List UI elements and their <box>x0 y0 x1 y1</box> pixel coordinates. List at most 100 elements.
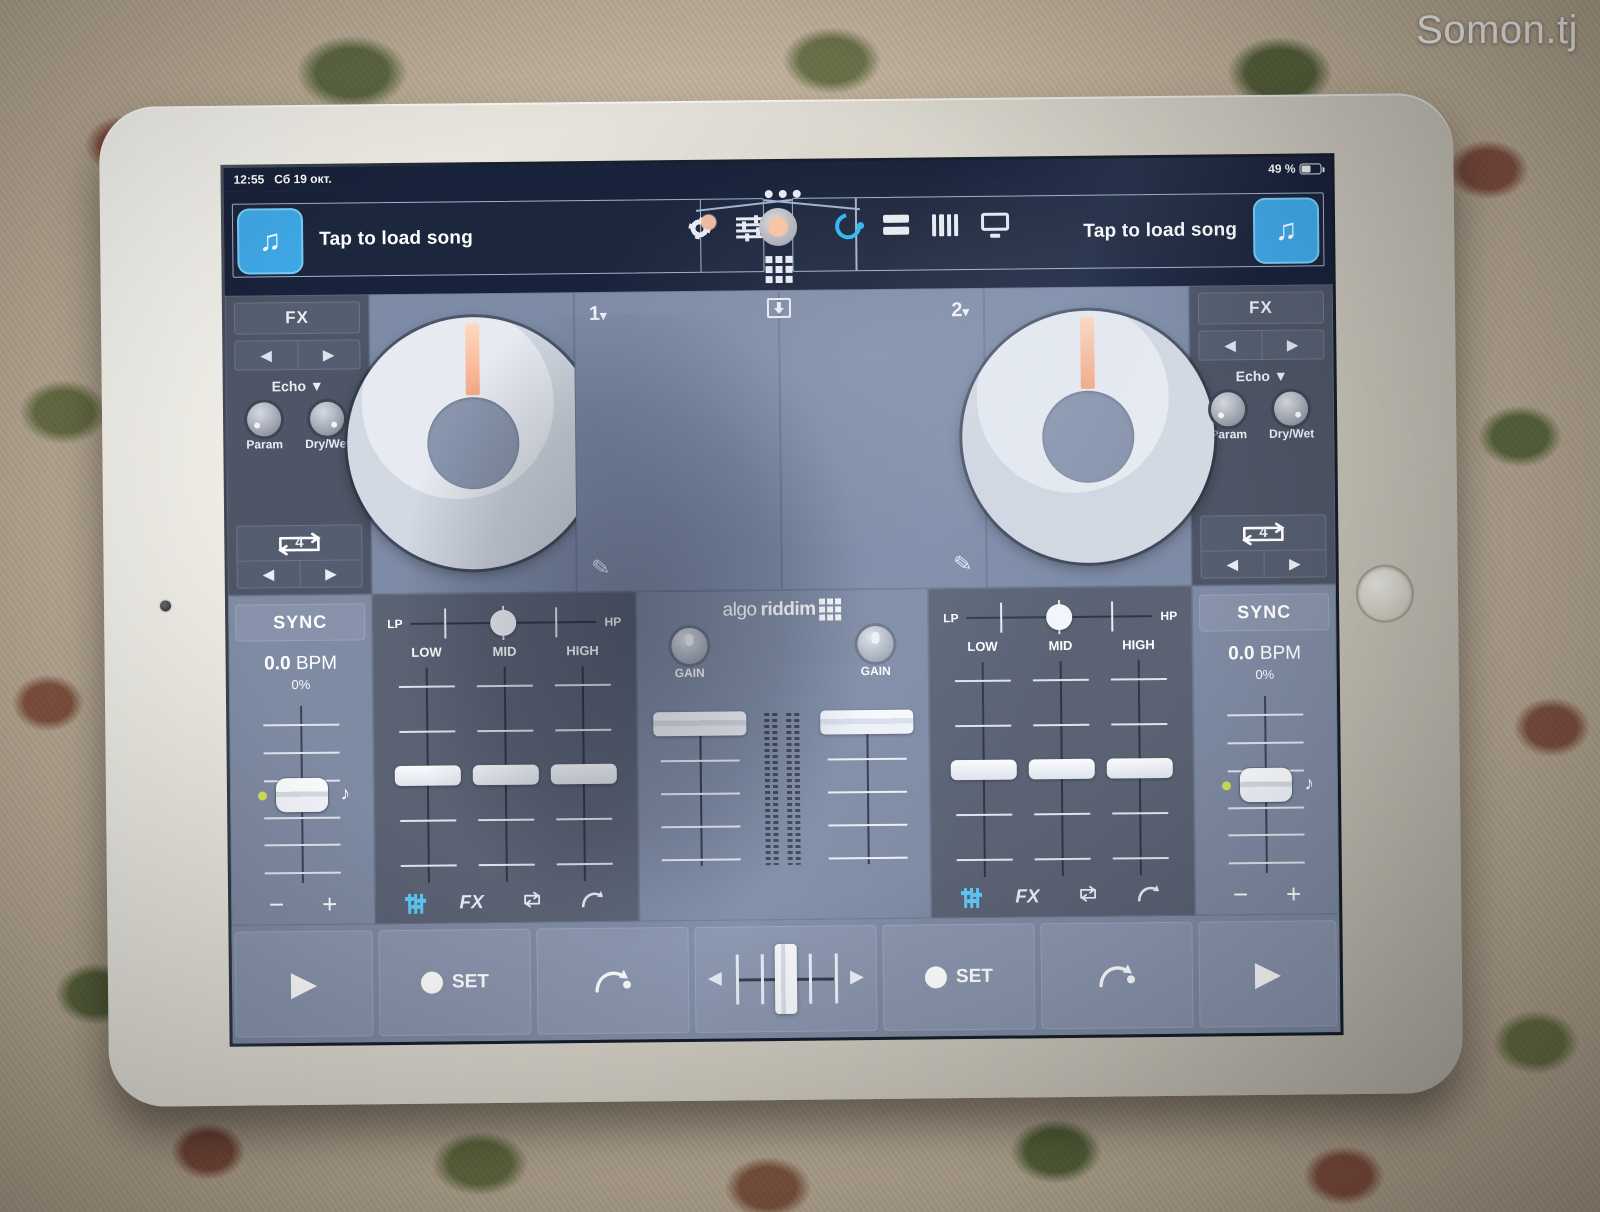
loop-icon[interactable] <box>520 890 544 916</box>
sync-button-left[interactable]: SYNC <box>235 603 366 642</box>
load-song-button-right[interactable]: ♫ <box>1254 199 1318 263</box>
cue-icon[interactable] <box>1136 883 1162 909</box>
crossfader[interactable]: ◀ ▶ <box>694 925 878 1033</box>
eq-tick <box>556 817 613 821</box>
loop-icon[interactable] <box>1076 884 1100 910</box>
crossfader-left-arrow[interactable]: ◀ <box>708 968 722 989</box>
channel-fader-cap-left[interactable] <box>652 711 747 737</box>
edit-pencil-icon-right[interactable]: ✎ <box>952 550 973 578</box>
channel-fader-left[interactable] <box>638 707 763 872</box>
sync-spinner-icon[interactable] <box>830 208 867 245</box>
monitor-icon[interactable] <box>980 212 1010 238</box>
fx-param-knob-left[interactable] <box>247 402 282 437</box>
loop-prev-button-right[interactable]: ◀ <box>1201 550 1265 578</box>
fx-prev-button-left[interactable]: ◀ <box>235 341 299 370</box>
waveform-right[interactable]: 2▾ ✎ <box>778 287 987 590</box>
grid-icon[interactable] <box>765 255 793 284</box>
eq-slider-low-right[interactable] <box>944 657 1024 881</box>
load-song-button-left[interactable]: ♫ <box>238 210 302 273</box>
cue-set-button-left[interactable]: SET <box>378 928 532 1037</box>
channel-fader-right[interactable] <box>805 705 930 870</box>
home-button[interactable] <box>1357 566 1413 621</box>
loop-indicator-right[interactable]: 4 <box>1201 519 1325 550</box>
fx-icon[interactable]: FX <box>1015 886 1040 908</box>
fx-drywet-knob-left[interactable] <box>310 401 345 436</box>
vertical-bars-icon[interactable] <box>931 214 959 237</box>
fx-drywet-knob-wrap-left[interactable]: Dry/Wet <box>305 401 350 451</box>
split-rows-icon[interactable] <box>882 214 910 237</box>
fx-effect-select-left[interactable]: Echo ▼ <box>235 375 361 395</box>
eq-slider-cap-low-right[interactable] <box>950 759 1017 780</box>
pitch-fader-handle-left[interactable] <box>275 777 329 812</box>
loop-next-button-left[interactable]: ▶ <box>300 560 362 587</box>
pitch-minus-button-right[interactable]: − <box>1233 879 1249 910</box>
fx-drywet-knob-wrap-right[interactable]: Dry/Wet <box>1269 391 1314 441</box>
cue-return-button-left[interactable] <box>536 926 690 1035</box>
pitch-fader-left[interactable]: ♪ <box>257 702 350 888</box>
fx-prev-button-right[interactable]: ◀ <box>1199 330 1263 360</box>
cue-return-button-right[interactable] <box>1040 921 1194 1030</box>
pitch-minus-button-left[interactable]: − <box>269 889 285 920</box>
filter-track-left[interactable] <box>410 603 597 643</box>
record-button-icon[interactable] <box>758 207 798 247</box>
eq-slider-high-left[interactable] <box>544 662 624 886</box>
deck-number-left[interactable]: 1▾ <box>589 303 607 326</box>
filter-knob-right[interactable] <box>1046 603 1073 631</box>
eq-slider-cap-high-right[interactable] <box>1106 757 1173 779</box>
eq-slider-cap-high-left[interactable] <box>550 763 617 784</box>
pitch-plus-button-right[interactable]: + <box>1286 879 1302 910</box>
pitch-fader-right[interactable]: ♪ <box>1221 691 1314 877</box>
cue-icon[interactable] <box>580 889 606 915</box>
crossfader-right-arrow[interactable]: ▶ <box>850 966 864 987</box>
eq-faders-icon[interactable] <box>964 887 980 909</box>
gain-control-left[interactable]: GAIN <box>671 627 708 680</box>
waveform-left[interactable]: 1▾ ✎ <box>573 290 782 593</box>
eq-slider-cap-mid-right[interactable] <box>1028 758 1095 779</box>
load-strip-right[interactable]: ♫ Tap to load song <box>791 192 1325 272</box>
three-dots-icon[interactable] <box>764 189 801 199</box>
eq-slider-low-left[interactable] <box>388 663 468 887</box>
loop-next-button-right[interactable]: ▶ <box>1264 550 1326 577</box>
jog-center-right[interactable] <box>1041 390 1135 484</box>
channel-fader-cap-right[interactable] <box>819 709 914 735</box>
jog-wheel-area-left[interactable] <box>345 292 601 595</box>
loop-indicator-left[interactable]: 4 <box>237 529 361 560</box>
fx-icon[interactable]: FX <box>459 892 484 914</box>
filter-track-right[interactable] <box>966 597 1153 637</box>
eq-slider-cap-low-left[interactable] <box>394 764 461 786</box>
filter-knob-left[interactable] <box>490 609 517 637</box>
pitch-plus-button-left[interactable]: + <box>322 889 338 920</box>
cue-set-button-right[interactable]: SET <box>882 923 1036 1031</box>
jog-wheel-right[interactable] <box>960 309 1216 565</box>
download-icon[interactable] <box>766 297 792 319</box>
eq-slider-cap-mid-left[interactable] <box>472 764 539 785</box>
fx-effect-select-right[interactable]: Echo ▼ <box>1199 365 1325 385</box>
edit-pencil-icon-left[interactable]: ✎ <box>590 554 611 582</box>
gain-knob-left[interactable] <box>671 627 708 665</box>
gain-control-right[interactable]: GAIN <box>857 625 894 678</box>
crossfader-handle[interactable] <box>774 943 798 1015</box>
eq-faders-icon[interactable] <box>408 893 424 914</box>
loop-prev-button-left[interactable]: ◀ <box>237 561 301 588</box>
play-button-left[interactable]: ▶ <box>234 930 374 1038</box>
eq-slider-mid-left[interactable] <box>466 662 546 886</box>
load-strip-left[interactable]: ♫ Tap to load song <box>231 198 765 278</box>
fx-param-knob-right[interactable] <box>1211 392 1246 427</box>
sync-button-right[interactable]: SYNC <box>1198 593 1330 632</box>
fx-param-knob-wrap-right[interactable]: Param <box>1210 392 1247 441</box>
eq-slider-high-right[interactable] <box>1100 656 1180 880</box>
jog-wheel-left[interactable] <box>345 315 601 571</box>
settings-gear-icon[interactable] <box>690 214 717 241</box>
jog-wheel-area-right[interactable] <box>960 285 1216 588</box>
deck-number-right[interactable]: 2▾ <box>951 299 969 322</box>
gain-knob-right[interactable] <box>857 625 894 663</box>
fx-next-button-left[interactable]: ▶ <box>298 340 360 369</box>
eq-slider-mid-right[interactable] <box>1022 657 1102 881</box>
jog-center-left[interactable] <box>426 396 520 490</box>
fx-next-button-right[interactable]: ▶ <box>1262 330 1324 359</box>
play-button-right[interactable]: ▶ <box>1198 920 1338 1028</box>
fx-param-knob-wrap-left[interactable]: Param <box>246 402 283 452</box>
pitch-fader-handle-right[interactable] <box>1239 767 1293 802</box>
eq-tick <box>954 679 1011 683</box>
fx-drywet-knob-right[interactable] <box>1274 391 1309 426</box>
